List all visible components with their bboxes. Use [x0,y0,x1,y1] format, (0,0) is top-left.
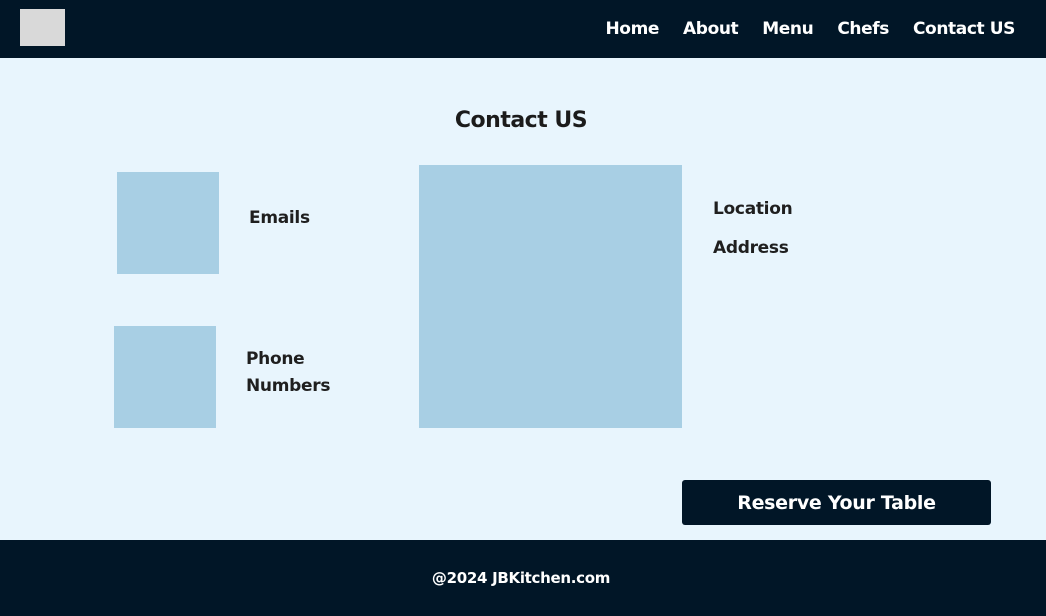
phone-label-line2: Numbers [246,376,331,396]
phone-numbers-label: Phone Numbers [246,346,330,400]
email-image-placeholder [117,172,219,274]
nav-link-about[interactable]: About [683,19,739,39]
location-label: Location [713,199,793,219]
nav-link-menu[interactable]: Menu [762,19,813,39]
emails-label: Emails [249,208,310,228]
map-placeholder [419,165,682,428]
phone-label-line1: Phone [246,349,305,369]
navbar: Home About Menu Chefs Contact US [0,0,1046,58]
contact-section: Contact US Emails Phone Numbers Location… [0,58,1046,540]
phone-image-placeholder [114,326,216,428]
address-label: Address [713,238,789,258]
nav-link-home[interactable]: Home [605,19,659,39]
nav-link-chefs[interactable]: Chefs [837,19,889,39]
logo-placeholder[interactable] [20,9,65,46]
nav-links: Home About Menu Chefs Contact US [605,0,1015,58]
reserve-table-button[interactable]: Reserve Your Table [682,480,991,525]
nav-link-contact-us[interactable]: Contact US [913,19,1015,39]
footer-copyright: @2024 JBKitchen.com [431,569,611,587]
footer: @2024 JBKitchen.com [0,540,1046,616]
page-title: Contact US [454,108,588,133]
